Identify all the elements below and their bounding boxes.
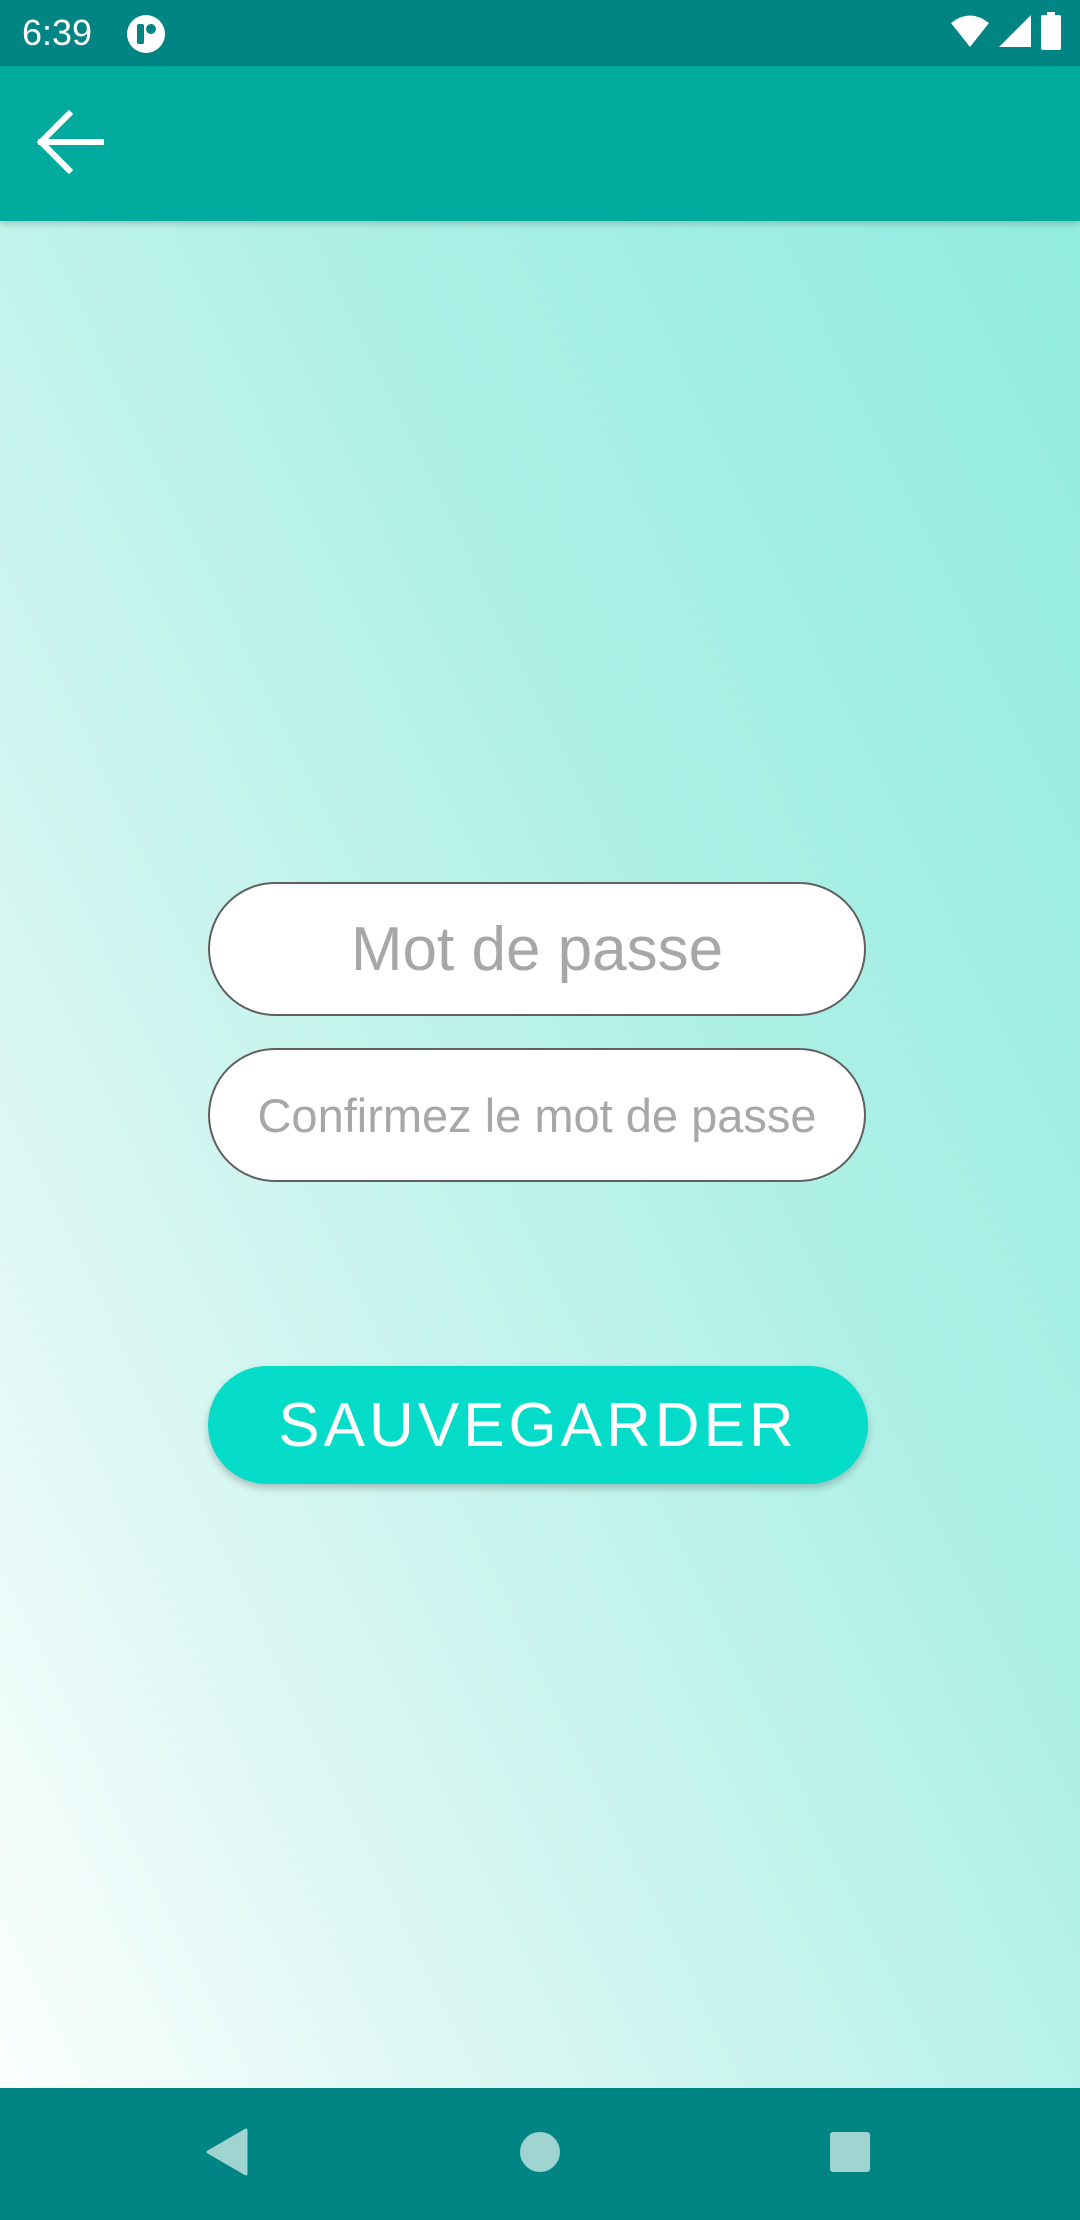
password-field[interactable]	[208, 882, 866, 1016]
status-bar: 6:39	[0, 0, 1080, 66]
password-input[interactable]	[210, 884, 864, 1014]
status-icons	[950, 11, 1062, 55]
cellular-signal-icon	[998, 14, 1032, 53]
nav-back-icon	[204, 2128, 248, 2181]
save-button[interactable]: SAUVEGARDER	[208, 1366, 868, 1484]
save-button-label: SAUVEGARDER	[278, 1390, 798, 1460]
app-notification-icon	[126, 14, 166, 54]
back-button[interactable]	[28, 102, 112, 186]
nav-back-button[interactable]	[186, 2114, 266, 2194]
status-time: 6:39	[22, 12, 93, 53]
nav-home-icon	[519, 2131, 561, 2178]
nav-recents-button[interactable]	[810, 2114, 890, 2194]
navigation-bar	[0, 2088, 1080, 2220]
nav-recents-icon	[829, 2131, 871, 2178]
confirm-password-field[interactable]	[208, 1048, 866, 1182]
app-bar	[0, 66, 1080, 221]
battery-icon	[1040, 11, 1062, 55]
wifi-icon	[950, 14, 990, 53]
nav-home-button[interactable]	[500, 2114, 580, 2194]
confirm-password-input[interactable]	[210, 1050, 864, 1180]
screen: 6:39 SAUVEGARDER	[0, 0, 1080, 2220]
arrow-back-icon	[35, 107, 105, 182]
